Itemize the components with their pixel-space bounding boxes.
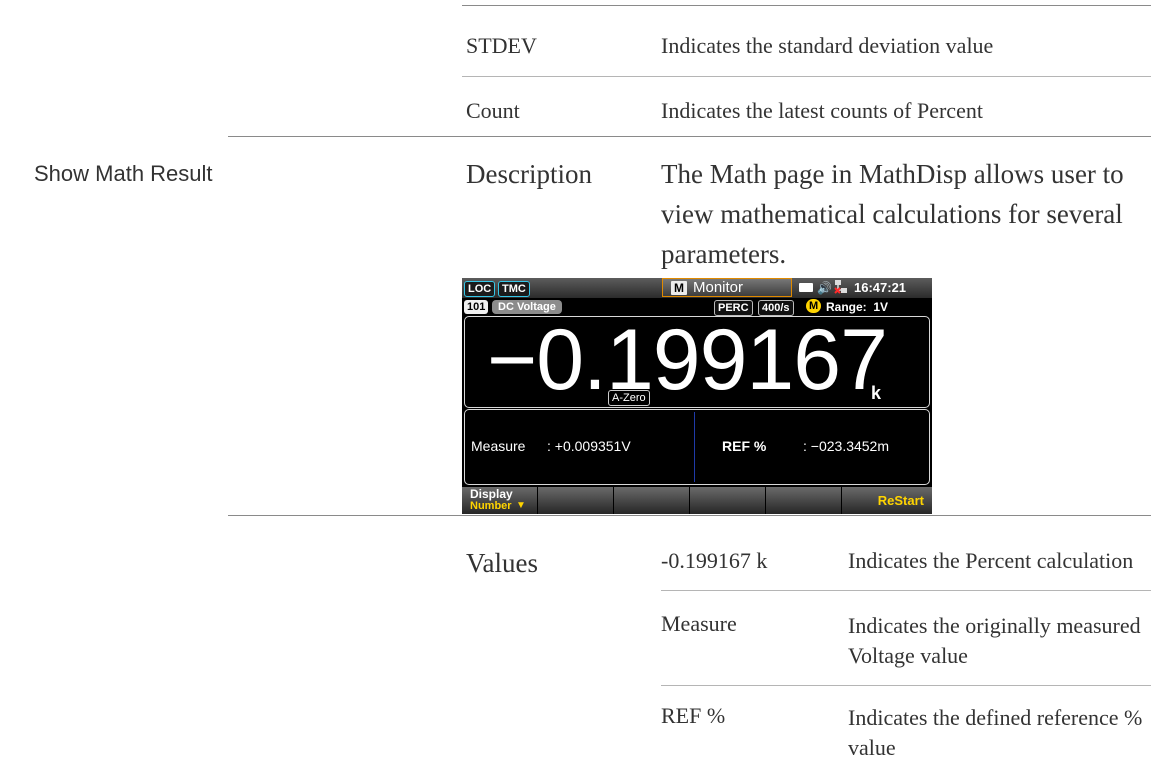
value-desc-ref: Indicates the defined reference % value [848,705,1143,760]
device-screen: LOC TMC M Monitor 🔊 16:47:21 101 DC Volt… [462,278,932,514]
desc-count: Indicates the latest counts of Percent [661,98,983,123]
value-desc-reading: Indicates the Percent calculation [848,548,1134,573]
azero-badge: A-Zero [608,390,650,406]
measure-value: : +0.009351V [547,438,631,454]
panel-divider [694,412,695,482]
unit-label: k [871,383,882,403]
value-divider-1 [661,590,1151,591]
term-count: Count [466,98,520,123]
section-heading: Show Math Result [34,161,213,186]
card-icon [799,283,813,292]
term-stdev: STDEV [466,33,537,58]
softkey-4[interactable] [690,487,766,514]
ref-value: : −023.3452m [803,438,890,454]
clock-text: 16:47:21 [854,280,907,295]
top-rule [462,5,1151,6]
softkey-2[interactable] [538,487,614,514]
description-text: The Math page in MathDisp allows user to… [661,159,1124,269]
chevron-down-icon: ▼ [516,500,526,511]
display-value: Number [470,500,512,512]
secondary-panel: Measure : +0.009351V REF % : −023.3452m [464,409,930,485]
range-m-badge: M [806,299,821,313]
speaker-icon: 🔊 [817,281,832,295]
network-disconnected-icon [834,279,848,295]
row-divider [462,76,1151,77]
values-label: Values [466,548,538,578]
softkey-display[interactable]: Display Number ▼ [462,487,538,514]
softkey-5[interactable] [766,487,842,514]
value-term-reading: -0.199167 k [661,548,768,573]
restart-label: ReStart [877,493,924,508]
value-term-measure: Measure [661,611,737,636]
value-desc-measure: Indicates the originally measured Voltag… [848,613,1141,668]
channel-badge: 101 [464,300,489,314]
values-rule [228,515,1151,516]
value-divider-2 [661,685,1151,686]
status-bar: LOC TMC M Monitor 🔊 16:47:21 [462,278,932,298]
desc-stdev: Indicates the standard deviation value [661,33,994,58]
monitor-tab[interactable]: M Monitor [662,278,792,297]
measure-label: Measure [471,438,526,454]
softkey-restart[interactable]: ReStart [842,487,932,514]
description-label: Description [466,159,592,189]
m-badge: M [671,281,687,295]
section-rule [228,136,1151,137]
loc-badge: LOC [464,281,496,297]
softkey-3[interactable] [614,487,690,514]
reading-panel: −0.199167 k A-Zero [464,312,930,408]
tmc-badge: TMC [498,281,530,297]
ref-label: REF % [722,438,767,454]
monitor-title: Monitor [693,279,744,296]
value-term-ref: REF % [661,703,726,728]
main-reading: −0.199167 [487,312,888,408]
